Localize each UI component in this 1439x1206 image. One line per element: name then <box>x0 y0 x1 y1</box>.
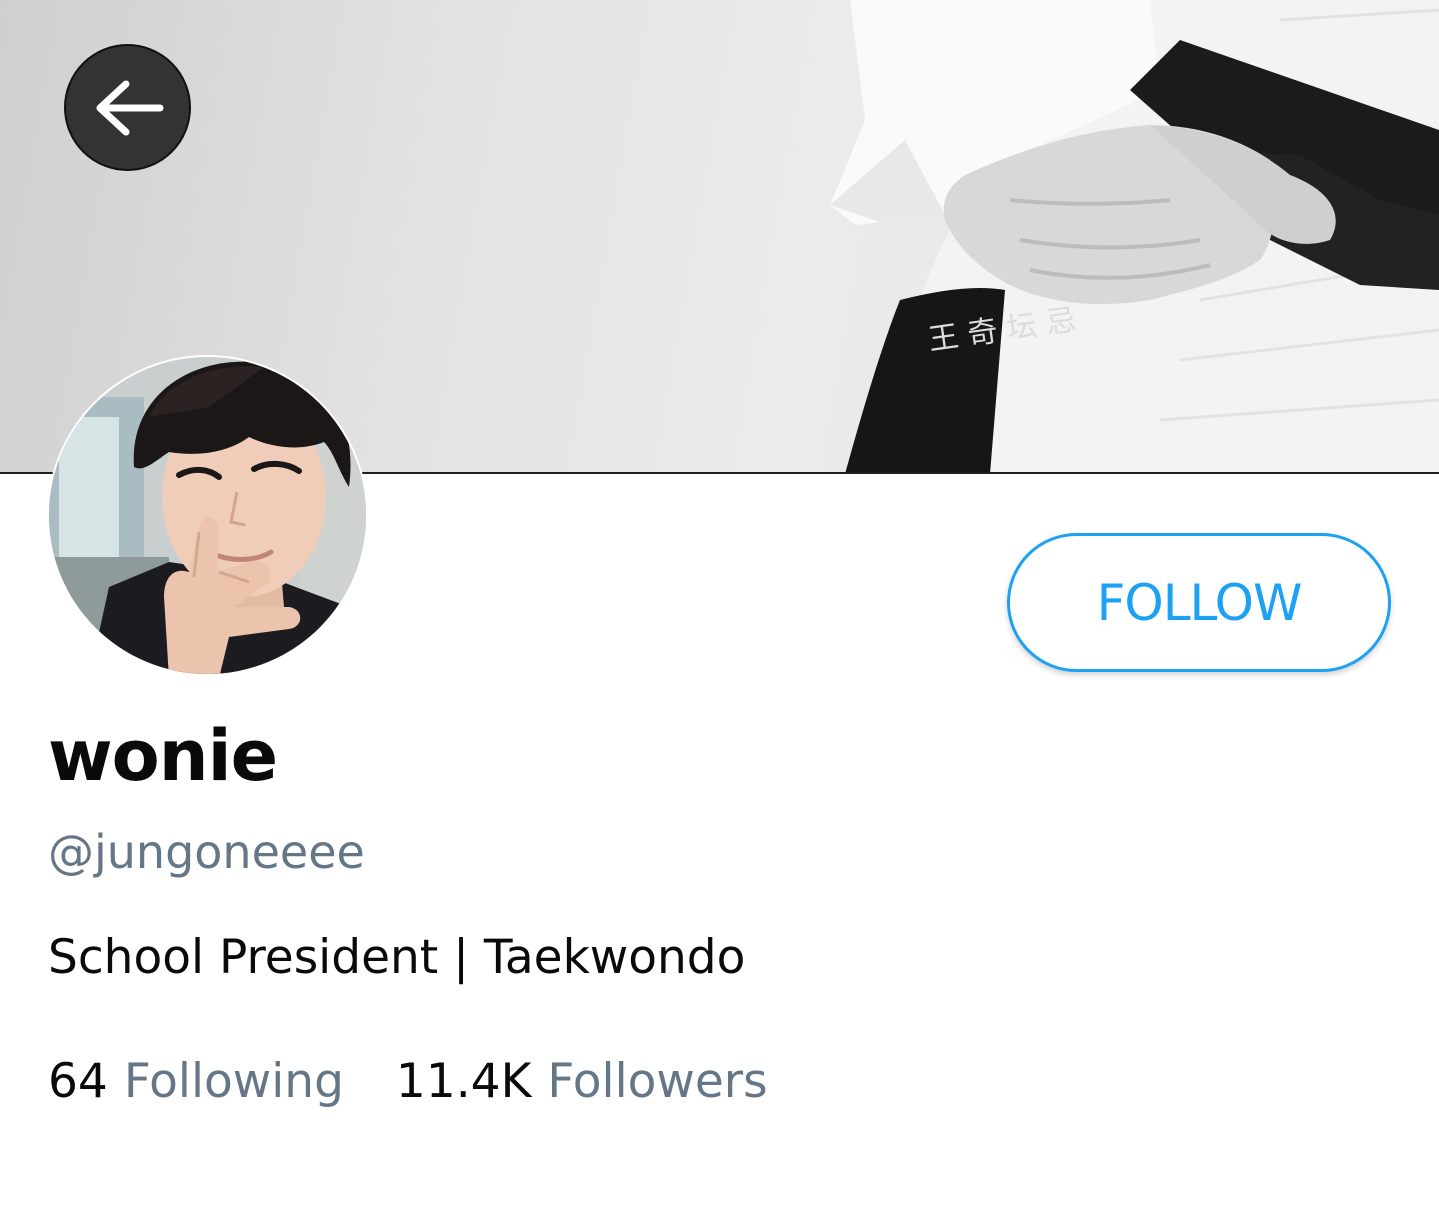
followers-count: 11.4K <box>395 1054 532 1109</box>
following-count: 64 <box>48 1054 108 1109</box>
arrow-left-icon <box>96 80 163 135</box>
followers-link[interactable]: 11.4K Followers <box>396 1054 768 1109</box>
display-name: wonie <box>48 715 278 797</box>
avatar[interactable] <box>47 355 368 676</box>
following-label: Following <box>123 1054 344 1109</box>
following-link[interactable]: 64 Following <box>48 1054 344 1109</box>
profile-stats: 64 Following 11.4K Followers <box>48 1054 768 1109</box>
profile-bio: School President | Taekwondo <box>48 930 746 985</box>
follow-button[interactable]: FOLLOW <box>1007 533 1391 672</box>
profile-page: 王 奇 坛 忌 FOLLOW wonie @jungoneeee School … <box>0 0 1439 1206</box>
back-button[interactable] <box>64 44 191 171</box>
avatar-image <box>49 357 366 674</box>
user-handle: @jungoneeee <box>48 825 365 879</box>
followers-label: Followers <box>547 1054 768 1109</box>
